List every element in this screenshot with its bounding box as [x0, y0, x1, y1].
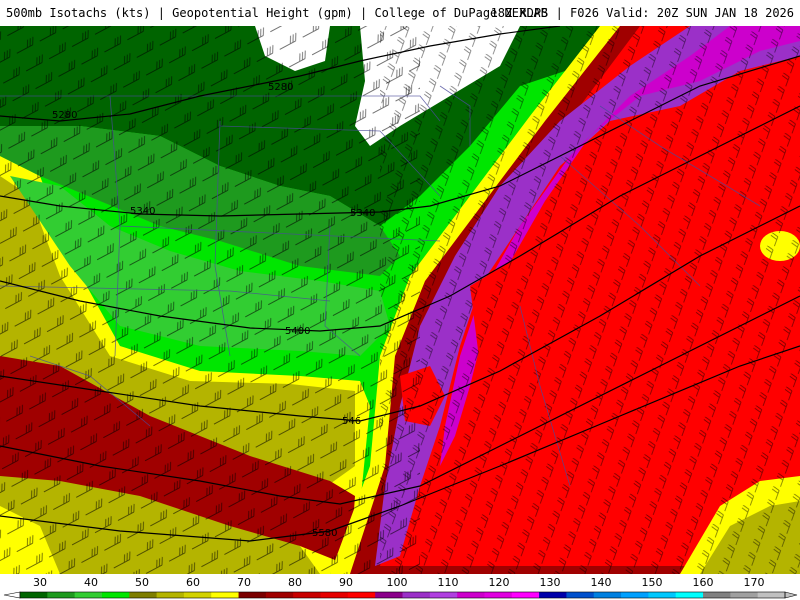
colorbar-swatch — [156, 592, 185, 598]
colorbar-swatch — [375, 592, 403, 598]
colorbar-tick-label: 90 — [339, 576, 353, 589]
colorbar-swatch — [675, 592, 704, 598]
colorbar-tick-label: 120 — [489, 576, 510, 589]
colorbar-swatch — [293, 592, 321, 598]
colorbar-swatch — [484, 592, 513, 598]
colorbar-swatch — [703, 592, 731, 598]
colorbar-tick-label: 170 — [744, 576, 765, 589]
colorbar-swatch — [511, 592, 540, 598]
colorbar-tick-label: 140 — [591, 576, 612, 589]
wind-barbs-east — [380, 26, 800, 574]
contour-label: 5340 — [130, 206, 155, 217]
colorbar-swatch — [757, 592, 786, 598]
contour-label: 546 — [342, 416, 361, 427]
colorbar-tick-label: 30 — [33, 576, 47, 589]
colorbar-tick-label: 70 — [237, 576, 251, 589]
model-valid-time: 18Z RDPS | F026 Valid: 20Z SUN JAN 18 20… — [490, 6, 794, 20]
colorbar-swatch — [183, 592, 212, 598]
colorbar-tick-label: 40 — [84, 576, 98, 589]
contour-label: 5280 — [52, 110, 77, 121]
colorbar-swatch — [265, 592, 294, 598]
colorbar-swatch — [648, 592, 677, 598]
colorbar-swatch — [47, 592, 76, 598]
colorbar-tick-labels: 30 40 50 60 70 80 90 100 110 120 130 140 150 160 170 — [33, 576, 765, 589]
colorbar-swatch — [74, 592, 103, 598]
colorbar-tick-label: 160 — [693, 576, 714, 589]
colorbar-swatch — [566, 592, 595, 598]
colorbar-tick-label: 130 — [540, 576, 561, 589]
colorbar-arrow-left — [3, 591, 21, 599]
colorbar-swatch — [402, 592, 431, 598]
isotach-colorbar: 30 40 50 60 70 80 90 100 110 120 130 140 150 160 170 — [3, 576, 798, 599]
colorbar-tick-label: 100 — [387, 576, 408, 589]
colorbar-swatch — [20, 592, 48, 598]
colorbar-tick-label: 80 — [288, 576, 302, 589]
contour-label: 5340 — [350, 208, 375, 219]
contour-label: 5400 — [285, 326, 310, 337]
colorbar-swatch — [730, 592, 759, 598]
colorbar-swatch — [429, 592, 458, 598]
colorbar-swatch — [539, 592, 567, 598]
contour-label: 5280 — [268, 82, 293, 93]
colorbar-swatch — [238, 592, 267, 598]
colorbar-swatches — [3, 591, 798, 599]
contour-label: 5580 — [312, 528, 337, 539]
colorbar-swatch — [593, 592, 622, 598]
colorbar-swatch — [129, 592, 158, 598]
colorbar-swatch — [347, 592, 376, 598]
colorbar-swatch — [101, 592, 130, 598]
title-bar: 500mb Isotachs (kts) | Geopotential Heig… — [0, 0, 800, 26]
isotach-map: 5280 5280 5340 5340 5400 546 5580 — [0, 26, 800, 574]
colorbar-swatch — [320, 592, 349, 598]
colorbar-swatch — [457, 592, 485, 598]
colorbar-swatch — [211, 592, 239, 598]
colorbar-swatch — [621, 592, 649, 598]
colorbar-tick-label: 60 — [186, 576, 200, 589]
map-title: 500mb Isotachs (kts) | Geopotential Heig… — [6, 6, 548, 20]
colorbar-arrow-right — [784, 591, 798, 599]
colorbar-tick-label: 150 — [642, 576, 663, 589]
colorbar-tick-label: 50 — [135, 576, 149, 589]
wind-barbs-west — [0, 26, 420, 574]
colorbar-tick-label: 110 — [438, 576, 459, 589]
